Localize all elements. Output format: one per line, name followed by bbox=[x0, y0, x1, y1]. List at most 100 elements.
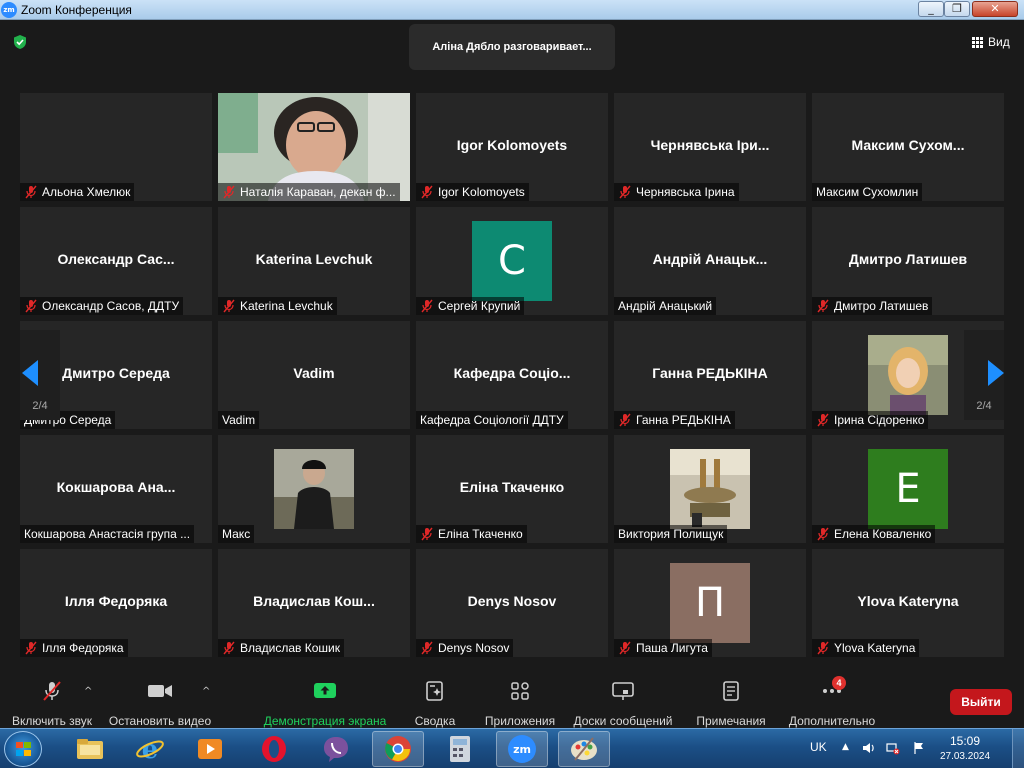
viber-taskbar-button[interactable] bbox=[310, 731, 362, 767]
participant-nameplate: Ylova Kateryna bbox=[812, 639, 920, 657]
zoom-taskbar-button[interactable]: zm bbox=[496, 731, 548, 767]
participant-tile[interactable]: Ілля Федоряка Ілля Федоряка bbox=[20, 549, 212, 657]
participant-name: Кафедра Соціології ДДТУ bbox=[420, 413, 564, 427]
next-page-button[interactable]: 2/4 bbox=[964, 330, 1004, 420]
participant-tile[interactable]: Макс bbox=[218, 435, 410, 543]
participant-tile[interactable]: Ylova Kateryna Ylova Kateryna bbox=[812, 549, 1004, 657]
maximize-button[interactable]: ❐ bbox=[944, 1, 970, 17]
participant-tile[interactable]: Олександр Сас... Олександр Сасов, ДДТУ bbox=[20, 207, 212, 315]
participant-display-name: Андрій Анацьк... bbox=[652, 251, 768, 267]
microphone-muted-icon bbox=[43, 681, 61, 701]
participant-tile[interactable]: Denys Nosov Denys Nosov bbox=[416, 549, 608, 657]
participant-nameplate: Сергей Крупий bbox=[416, 297, 525, 315]
participant-display-name: Дмитро Латишев bbox=[848, 251, 968, 267]
participant-name: Виктория Полищук bbox=[618, 527, 724, 541]
participant-tile[interactable]: Кокшарова Ана... Кокшарова Анастасія груп… bbox=[20, 435, 212, 543]
svg-text:e: e bbox=[142, 735, 159, 764]
participant-tile[interactable]: Дмитро Латишев Дмитро Латишев bbox=[812, 207, 1004, 315]
view-label: Вид bbox=[988, 35, 1010, 49]
participant-tile[interactable]: Владислав Кош... Владислав Кошик bbox=[218, 549, 410, 657]
participant-profile-photo bbox=[274, 449, 354, 529]
calculator-taskbar-button[interactable] bbox=[434, 731, 486, 767]
participant-display-name: Ілля Федоряка bbox=[64, 593, 168, 609]
participant-name: Елена Коваленко bbox=[834, 527, 932, 541]
participant-display-name: Максим Сухом... bbox=[851, 137, 965, 153]
participant-name: Ірина Сідоренко bbox=[834, 413, 925, 427]
participant-tile[interactable]: E Елена Коваленко bbox=[812, 435, 1004, 543]
previous-page-button[interactable]: 2/4 bbox=[20, 330, 60, 420]
apps-button[interactable]: Приложения bbox=[480, 680, 560, 728]
participant-initial-avatar: E bbox=[868, 449, 948, 529]
participant-display-name: Владислав Кош... bbox=[253, 593, 375, 609]
whiteboards-button[interactable]: Доски сообщений bbox=[568, 680, 678, 728]
summary-button[interactable]: Сводка bbox=[408, 680, 462, 728]
start-button[interactable] bbox=[4, 731, 42, 767]
paint-taskbar-button[interactable] bbox=[558, 731, 610, 767]
video-options-chevron-icon[interactable]: ^ bbox=[202, 686, 210, 697]
participant-name: Наталія Караван, декан ф... bbox=[240, 185, 396, 199]
stop-video-button[interactable]: Остановить видео bbox=[106, 680, 214, 728]
participant-tile[interactable]: П Паша Лигута bbox=[614, 549, 806, 657]
participant-tile[interactable]: Альона Хмелюк bbox=[20, 93, 212, 201]
internet-explorer-taskbar-button[interactable]: e bbox=[124, 731, 176, 767]
volume-icon[interactable] bbox=[862, 741, 876, 755]
share-screen-label: Демонстрация экрана bbox=[263, 714, 387, 728]
participant-tile[interactable]: Чернявська Іри... Чернявська Ірина bbox=[614, 93, 806, 201]
participant-tile[interactable]: Андрій Анацьк... Андрій Анацький bbox=[614, 207, 806, 315]
view-button[interactable]: Вид bbox=[972, 34, 1010, 50]
notes-icon bbox=[723, 681, 739, 701]
media-player-taskbar-button[interactable] bbox=[184, 731, 236, 767]
summary-label: Сводка bbox=[414, 714, 456, 728]
system-clock[interactable]: 15:09 27.03.2024 bbox=[936, 734, 994, 764]
participant-name: Igor Kolomoyets bbox=[438, 185, 525, 199]
file-explorer-taskbar-button[interactable] bbox=[64, 731, 116, 767]
opera-icon bbox=[262, 736, 286, 762]
security-shield-icon[interactable] bbox=[12, 34, 28, 50]
participant-name: Vadim bbox=[222, 413, 256, 427]
participant-tile[interactable]: Ганна РЕДЬКІНА Ганна РЕДЬКІНА bbox=[614, 321, 806, 429]
chrome-taskbar-button[interactable] bbox=[372, 731, 424, 767]
participant-tile[interactable]: Виктория Полищук bbox=[614, 435, 806, 543]
audio-options-chevron-icon[interactable]: ^ bbox=[84, 686, 92, 697]
chrome-icon bbox=[385, 736, 411, 762]
participant-tile[interactable]: Кафедра Соціо... Кафедра Соціології ДДТУ bbox=[416, 321, 608, 429]
close-button[interactable]: ✕ bbox=[972, 1, 1018, 17]
media-player-icon bbox=[198, 739, 222, 759]
show-desktop-button[interactable] bbox=[1012, 729, 1024, 768]
notes-button[interactable]: Примечания bbox=[692, 680, 770, 728]
minimize-button[interactable]: _ bbox=[918, 1, 944, 17]
participant-initial-avatar: П bbox=[670, 563, 750, 643]
zoom-window: zm Zoom Конференция _ ❐ ✕ Аліна Дябло ра… bbox=[0, 0, 1024, 768]
share-screen-button[interactable]: Демонстрация экрана bbox=[262, 680, 388, 728]
participant-nameplate: Ганна РЕДЬКІНА bbox=[614, 411, 735, 429]
participant-nameplate: Чернявська Ірина bbox=[614, 183, 739, 201]
participant-tile[interactable]: Еліна Ткаченко Еліна Ткаченко bbox=[416, 435, 608, 543]
participant-tile[interactable]: Максим Сухом... Максим Сухомлин bbox=[812, 93, 1004, 201]
microphone-muted-icon bbox=[24, 641, 38, 655]
show-hidden-icons-icon[interactable]: ▲ bbox=[842, 742, 849, 752]
participant-tile[interactable]: Наталія Караван, декан ф... bbox=[218, 93, 410, 201]
apps-label: Приложения bbox=[484, 714, 556, 728]
opera-taskbar-button[interactable] bbox=[248, 731, 300, 767]
more-button[interactable]: 4 Дополнительно bbox=[786, 676, 878, 728]
network-disconnected-icon[interactable] bbox=[886, 741, 900, 755]
participant-name: Denys Nosov bbox=[438, 641, 510, 655]
participant-tile[interactable]: Katerina Levchuk Katerina Levchuk bbox=[218, 207, 410, 315]
participant-nameplate: Владислав Кошик bbox=[218, 639, 345, 657]
page-indicator-right: 2/4 bbox=[976, 400, 992, 412]
participant-name: Макс bbox=[222, 527, 251, 541]
participant-name: Владислав Кошик bbox=[240, 641, 341, 655]
microphone-muted-icon bbox=[420, 641, 434, 655]
action-center-flag-icon[interactable] bbox=[912, 741, 926, 755]
more-label: Дополнительно bbox=[788, 714, 876, 728]
participant-tile[interactable]: Igor Kolomoyets Igor Kolomoyets bbox=[416, 93, 608, 201]
participant-nameplate: Олександр Сасов, ДДТУ bbox=[20, 297, 184, 315]
window-title: Zoom Конференция bbox=[21, 3, 132, 17]
viber-icon bbox=[324, 737, 348, 762]
participant-tile[interactable]: Vadim Vadim bbox=[218, 321, 410, 429]
participant-tile[interactable]: C Сергей Крупий bbox=[416, 207, 608, 315]
participant-nameplate: Елена Коваленко bbox=[812, 525, 936, 543]
more-notification-badge: 4 bbox=[832, 676, 846, 690]
language-indicator[interactable]: UK bbox=[810, 740, 827, 754]
leave-meeting-button[interactable]: Выйти bbox=[950, 689, 1012, 715]
